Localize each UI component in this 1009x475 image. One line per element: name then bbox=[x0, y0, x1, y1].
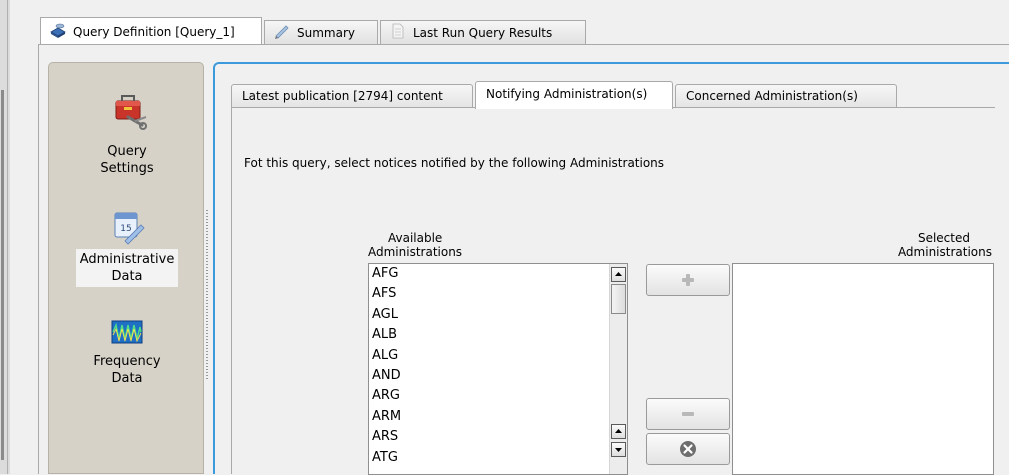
toolbox-icon bbox=[49, 85, 205, 141]
list-item[interactable]: ALG bbox=[369, 346, 627, 366]
selected-administrations-header: Selected Administrations bbox=[897, 231, 992, 259]
scroll-up-button[interactable] bbox=[611, 267, 626, 282]
scroll-up-button[interactable] bbox=[611, 424, 626, 439]
arrow-up-icon bbox=[615, 429, 622, 433]
panel-splitter-handle[interactable] bbox=[206, 210, 208, 380]
left-window-edge bbox=[0, 0, 10, 474]
sidebar-item-label: Query bbox=[107, 144, 147, 159]
pencil-icon bbox=[273, 23, 291, 42]
tab-notifying-administrations[interactable]: Notifying Administration(s) bbox=[475, 81, 673, 109]
tab-query-definition[interactable]: Query Definition [Query_1] bbox=[40, 17, 262, 45]
tab-label: Summary bbox=[297, 25, 355, 40]
scroll-down-button[interactable] bbox=[611, 442, 626, 457]
list-item[interactable]: ARG bbox=[369, 386, 627, 406]
frequency-waveform-icon bbox=[49, 317, 205, 351]
notifying-administrations-panel: Fot this query, select notices notified … bbox=[231, 107, 995, 475]
sidebar-item-administrative-data[interactable]: 15 Administrative Data bbox=[49, 207, 205, 287]
available-administrations-list[interactable]: AFG AFS AGL ALB ALG AND ARG ARM ARS ATG bbox=[368, 263, 628, 475]
sidebar-item-label: Settings bbox=[100, 161, 154, 176]
tab-concerned-administrations[interactable]: Concerned Administration(s) bbox=[675, 84, 897, 108]
tab-label: Query Definition [Query_1] bbox=[73, 24, 235, 39]
list-item[interactable]: ARS bbox=[369, 427, 627, 447]
arrow-up-icon bbox=[615, 272, 622, 276]
plus-icon bbox=[682, 274, 694, 286]
tab-last-run-query-results[interactable]: Last Run Query Results bbox=[380, 20, 586, 44]
sidebar-item-query-settings[interactable]: Query Settings bbox=[49, 85, 205, 179]
sidebar-item-label: Data bbox=[111, 269, 143, 284]
remove-administration-button[interactable] bbox=[646, 398, 730, 430]
tab-summary[interactable]: Summary bbox=[264, 20, 378, 44]
arrow-down-icon bbox=[615, 448, 622, 452]
available-administrations-header: Available Administrations bbox=[368, 231, 463, 259]
sidebar-item-label: Frequency bbox=[93, 354, 161, 369]
calendar-icon: 15 bbox=[49, 207, 205, 249]
main-panel: Latest publication [2794] content Notify… bbox=[213, 62, 1009, 475]
scrollbar-thumb[interactable] bbox=[611, 284, 626, 314]
list-item[interactable]: AFS bbox=[369, 284, 627, 304]
document-icon bbox=[389, 23, 407, 42]
list-item[interactable]: ALB bbox=[369, 325, 627, 345]
sidebar: Query Settings 15 Administrative Data Freq… bbox=[48, 62, 204, 474]
list-item[interactable]: ATG bbox=[369, 448, 627, 468]
available-list-scrollbar[interactable] bbox=[609, 264, 627, 474]
sidebar-item-label: Administrative bbox=[79, 252, 175, 267]
sidebar-item-label: Data bbox=[111, 371, 143, 386]
list-item[interactable]: AFG bbox=[369, 264, 627, 284]
list-item[interactable]: AGL bbox=[369, 305, 627, 325]
tab-latest-publication-content[interactable]: Latest publication [2794] content bbox=[231, 84, 473, 108]
svg-text:15: 15 bbox=[120, 224, 131, 234]
minus-icon bbox=[682, 412, 694, 416]
clear-administrations-button[interactable] bbox=[646, 433, 730, 465]
clear-x-icon bbox=[680, 441, 696, 457]
sidebar-item-frequency-data[interactable]: Frequency Data bbox=[49, 317, 205, 389]
list-item[interactable]: ARM bbox=[369, 407, 627, 427]
selected-administrations-list[interactable] bbox=[732, 263, 994, 475]
list-item[interactable]: AND bbox=[369, 366, 627, 386]
database-icon bbox=[49, 22, 67, 41]
tab-label: Last Run Query Results bbox=[413, 25, 553, 40]
instruction-text: Fot this query, select notices notified … bbox=[244, 156, 665, 170]
add-administration-button[interactable] bbox=[646, 264, 730, 296]
